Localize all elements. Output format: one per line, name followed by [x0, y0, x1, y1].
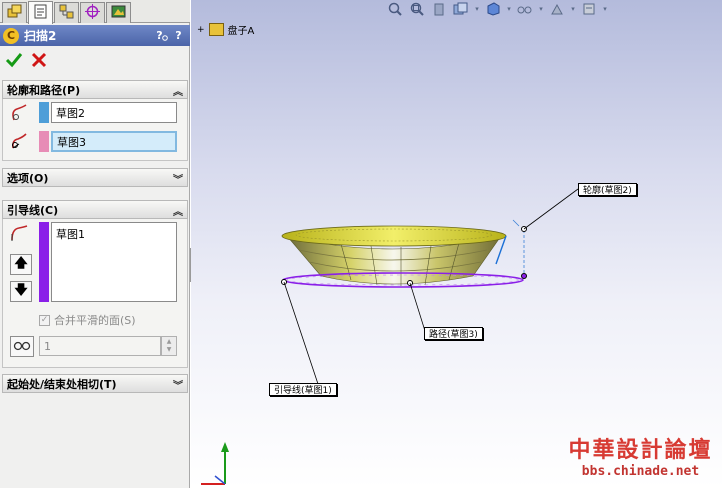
origin-icon — [85, 4, 100, 22]
merge-smooth-faces-row: ✓ 合并平滑的面(S) — [39, 312, 136, 328]
path-callout[interactable]: 路径(草图3) — [424, 327, 483, 340]
dropdown-arrow-icon[interactable]: ▾ — [504, 0, 514, 18]
info-icon: ? — [175, 29, 182, 42]
profile-callout[interactable]: 轮廓(草图2) — [578, 183, 637, 196]
section-count-value: 1 — [44, 339, 51, 353]
options-group-header[interactable]: 选项(O) ︾ — [2, 168, 188, 187]
options-group-title: 选项(O) — [7, 171, 49, 185]
feature-title: 扫描2 — [24, 29, 57, 43]
profile-color-swatch — [39, 102, 49, 123]
dish-rim[interactable] — [281, 225, 507, 247]
checkmark-icon — [5, 53, 23, 68]
arrow-down-icon: 🡇 — [14, 282, 28, 298]
spin-up-icon[interactable]: ▲ — [167, 338, 172, 346]
merge-smooth-faces-label: 合并平滑的面(S) — [54, 314, 136, 327]
path-color-swatch — [39, 131, 49, 152]
watermark-title: 中華設計論壇 — [568, 437, 713, 463]
show-sections-button[interactable] — [10, 336, 34, 357]
display-style-icon[interactable] — [514, 0, 536, 18]
path-callout-text: 路径(草图3) — [429, 330, 478, 340]
chevron-up-icon[interactable]: ︽ — [173, 203, 183, 218]
merge-smooth-faces-checkbox[interactable]: ✓ — [39, 314, 50, 326]
chevron-down-icon[interactable]: ︾ — [173, 377, 183, 392]
profile-selection-box[interactable]: 草图2 — [51, 102, 177, 123]
guide-endpoint[interactable] — [521, 273, 527, 279]
guide-curves-group-title: 引导线(C) — [7, 203, 59, 217]
chevron-up-icon[interactable]: ︽ — [173, 83, 183, 98]
guide-curve-icon — [9, 223, 29, 243]
section-count-input[interactable]: 1 — [39, 336, 161, 356]
guide-curve-item[interactable]: 草图1 — [56, 226, 85, 242]
chevron-down-icon[interactable]: ︾ — [173, 171, 183, 186]
heads-up-view-toolbar: ▾ ▾ ▾ ▾ ▾ — [384, 0, 610, 18]
path-icon — [9, 132, 29, 152]
arrow-up-icon: 🡅 — [14, 255, 28, 271]
hide-show-items-icon[interactable] — [546, 0, 568, 18]
guide-callout-text: 引导线(草图1) — [274, 386, 332, 396]
dropdown-arrow-icon[interactable]: ▾ — [600, 0, 610, 18]
section-count-spinner[interactable]: ▲ ▼ — [161, 336, 177, 356]
glasses-icon — [162, 35, 168, 41]
origin-tab[interactable] — [80, 2, 105, 23]
section-view-icon[interactable] — [450, 0, 472, 18]
profile-icon — [9, 103, 29, 123]
tangency-group-header[interactable]: 起始处/结束处相切(T) ︾ — [2, 374, 188, 393]
configuration-manager-icon — [59, 4, 74, 22]
panel-tabs — [0, 0, 190, 24]
guide-curves-group-body: 草图1 🡅 🡇 ✓ 合并平滑的面(S) 1 ▲ ▼ — [2, 219, 188, 368]
profile-leader-line — [523, 188, 579, 230]
model-scene — [201, 188, 579, 485]
axis-triad — [201, 442, 229, 485]
path-selection-box[interactable]: 草图3 — [51, 131, 177, 152]
info-button[interactable]: ? — [171, 28, 186, 43]
feature-manager-tab[interactable] — [2, 2, 27, 23]
profile-path-group-body: 草图2 草图3 — [2, 99, 188, 161]
path-leader-line — [409, 282, 426, 332]
dropdown-arrow-icon[interactable]: ▾ — [568, 0, 578, 18]
previous-view-icon[interactable] — [428, 0, 450, 18]
display-manager-tab[interactable] — [106, 2, 131, 23]
close-icon — [31, 52, 47, 68]
zoom-to-fit-icon[interactable] — [384, 0, 406, 18]
property-manager-panel: C 扫描2 ? ? 轮廓和路径(P) ︽ 草图2 草图3 选项(O) ︾ 引导线… — [0, 0, 190, 488]
ok-button[interactable] — [5, 51, 23, 74]
guide-curves-list[interactable]: 草图1 — [51, 222, 177, 302]
configuration-manager-tab[interactable] — [54, 2, 79, 23]
guide-curve-color-swatch — [39, 222, 49, 302]
confirm-row — [0, 50, 190, 74]
cancel-button[interactable] — [30, 51, 48, 74]
property-manager-tab[interactable] — [28, 1, 53, 24]
forum-watermark-logo: 中華設計論壇 bbs.chinade.net — [563, 430, 718, 486]
tangency-group-title: 起始处/结束处相切(T) — [7, 377, 117, 391]
profile-path-group-header[interactable]: 轮廓和路径(P) ︽ — [2, 80, 188, 99]
sweep-icon: C — [3, 27, 19, 44]
graphics-viewport[interactable]: + 盘子A 轮廓(草图2) 路径(草图3) 引导线(草图1) — [191, 0, 722, 488]
profile-sketch-curve[interactable] — [495, 219, 525, 276]
move-up-button[interactable]: 🡅 — [10, 254, 32, 275]
feature-manager-icon — [7, 4, 22, 22]
guide-curves-group-header[interactable]: 引导线(C) ︽ — [2, 200, 188, 219]
property-manager-icon — [33, 4, 48, 22]
appearance-icon[interactable] — [578, 0, 600, 18]
guide-callout[interactable]: 引导线(草图1) — [269, 383, 337, 396]
feature-title-bar: C 扫描2 ? ? — [0, 25, 190, 46]
spin-down-icon[interactable]: ▼ — [167, 346, 172, 354]
profile-path-group-title: 轮廓和路径(P) — [7, 83, 81, 97]
zoom-to-area-icon[interactable] — [406, 0, 428, 18]
display-manager-icon — [111, 4, 126, 22]
guide-leader-line — [283, 281, 320, 388]
dropdown-arrow-icon[interactable]: ▾ — [536, 0, 546, 18]
watermark-url: bbs.chinade.net — [581, 464, 700, 479]
profile-callout-text: 轮廓(草图2) — [583, 186, 632, 196]
dropdown-arrow-icon[interactable]: ▾ — [472, 0, 482, 18]
glasses-icon — [13, 339, 31, 355]
move-down-button[interactable]: 🡇 — [10, 281, 32, 302]
view-orientation-icon[interactable] — [482, 0, 504, 18]
